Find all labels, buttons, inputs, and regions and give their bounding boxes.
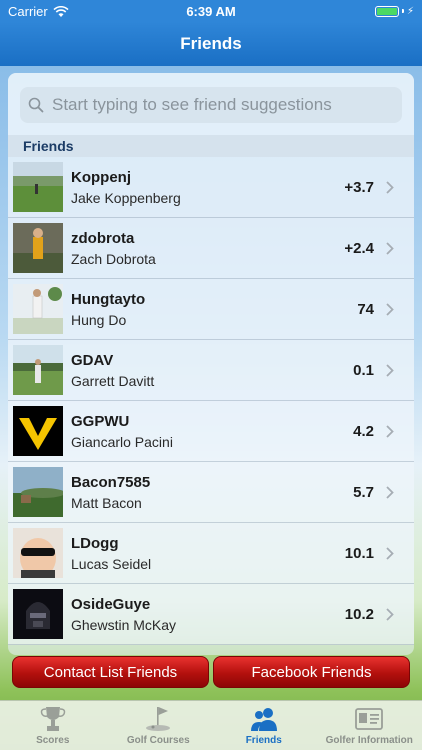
friend-fullname: Giancarlo Pacini (71, 433, 173, 450)
page-title: Friends (180, 34, 242, 53)
friend-username: GDAV (71, 351, 114, 369)
friend-names: LDogg Lucas Seidel (71, 535, 345, 572)
trophy-icon (40, 707, 65, 731)
friend-row[interactable]: Koppenj Jake Koppenberg +3.7 (8, 157, 414, 218)
friend-fullname: Jake Koppenberg (71, 189, 181, 206)
tab-label: Scores (36, 735, 70, 746)
facebook-friends-button[interactable]: Facebook Friends (213, 656, 410, 688)
search-bar (8, 73, 414, 135)
friend-handicap: 10.2 (344, 605, 374, 623)
chevron-right-icon (386, 180, 394, 194)
friend-fullname: Lucas Seidel (71, 555, 152, 572)
friend-fullname: Ghewstin McKay (71, 616, 177, 633)
status-bar: Carrier 6:39 AM ⚡ (0, 0, 422, 22)
nav-bar: Friends (0, 22, 422, 66)
friend-fullname: Garrett Davitt (71, 372, 155, 389)
tab-golf-courses[interactable]: Golf Courses (106, 701, 212, 750)
chevron-right-icon (386, 424, 394, 438)
bottom-buttons: Contact List Friends Facebook Friends (12, 656, 410, 688)
avatar (13, 223, 63, 273)
friend-row[interactable]: GGPWU Giancarlo Pacini 4.2 (8, 401, 414, 462)
friend-row[interactable]: zdobrota Zach Dobrota +2.4 (8, 218, 414, 279)
friend-handicap: +3.7 (344, 178, 374, 196)
friend-handicap: 4.2 (353, 422, 374, 440)
tab-friends[interactable]: Friends (211, 701, 317, 750)
search-box[interactable] (20, 87, 402, 123)
golf-flag-icon (146, 707, 171, 731)
friend-names: Bacon7585 Matt Bacon (71, 474, 353, 511)
search-icon (28, 97, 44, 113)
tab-label: Golfer Information (325, 735, 413, 746)
friend-handicap: 0.1 (353, 361, 374, 379)
friend-names: GGPWU Giancarlo Pacini (71, 413, 353, 450)
friend-username: LDogg (71, 534, 119, 552)
chevron-right-icon (386, 363, 394, 377)
friend-username: zdobrota (71, 229, 135, 247)
friend-username: Koppenj (71, 168, 131, 186)
friends-icon (250, 708, 277, 731)
friend-handicap: 10.1 (344, 544, 374, 562)
friend-names: OsideGuye Ghewstin McKay (71, 596, 345, 633)
friend-row[interactable]: OsideGuye Ghewstin McKay 10.2 (8, 584, 414, 645)
friends-card: Friends Koppenj Jake Koppenberg +3.7 zdo… (8, 73, 414, 655)
tab-golfer-information[interactable]: Golfer Information (317, 701, 422, 750)
avatar (13, 284, 63, 334)
avatar (13, 345, 63, 395)
friend-fullname: Matt Bacon (71, 494, 142, 511)
friend-names: Koppenj Jake Koppenberg (71, 169, 344, 206)
section-header: Friends (8, 135, 414, 157)
friend-row[interactable]: GDAV Garrett Davitt 0.1 (8, 340, 414, 401)
friend-username: Hungtayto (71, 290, 146, 308)
search-input[interactable] (52, 95, 382, 115)
tab-label: Friends (245, 735, 282, 746)
friend-fullname: Hung Do (71, 311, 127, 328)
friend-handicap: 5.7 (353, 483, 374, 501)
friend-names: GDAV Garrett Davitt (71, 352, 353, 389)
tab-bar: Scores Golf Courses Friends Golfer Infor… (0, 700, 422, 750)
chevron-right-icon (386, 302, 394, 316)
avatar (13, 467, 63, 517)
chevron-right-icon (386, 607, 394, 621)
friend-handicap: +2.4 (344, 239, 374, 257)
chevron-right-icon (386, 241, 394, 255)
friend-names: Hungtayto Hung Do (71, 291, 357, 328)
avatar (13, 406, 63, 456)
id-card-icon (355, 708, 384, 730)
friend-username: GGPWU (71, 412, 130, 430)
status-time: 6:39 AM (186, 3, 236, 19)
avatar (13, 528, 63, 578)
contact-list-friends-button[interactable]: Contact List Friends (12, 656, 209, 688)
friend-row[interactable]: Bacon7585 Matt Bacon 5.7 (8, 462, 414, 523)
friend-fullname: Zach Dobrota (71, 250, 156, 267)
chevron-right-icon (386, 485, 394, 499)
friend-row[interactable]: Hungtayto Hung Do 74 (8, 279, 414, 340)
friend-username: OsideGuye (71, 595, 151, 613)
friend-handicap: 74 (357, 300, 374, 318)
avatar (13, 162, 63, 212)
friend-row[interactable]: LDogg Lucas Seidel 10.1 (8, 523, 414, 584)
friend-names: zdobrota Zach Dobrota (71, 230, 344, 267)
avatar (13, 589, 63, 639)
tab-scores[interactable]: Scores (0, 701, 106, 750)
tab-label: Golf Courses (126, 735, 190, 746)
chevron-right-icon (386, 546, 394, 560)
friend-username: Bacon7585 (71, 473, 151, 491)
